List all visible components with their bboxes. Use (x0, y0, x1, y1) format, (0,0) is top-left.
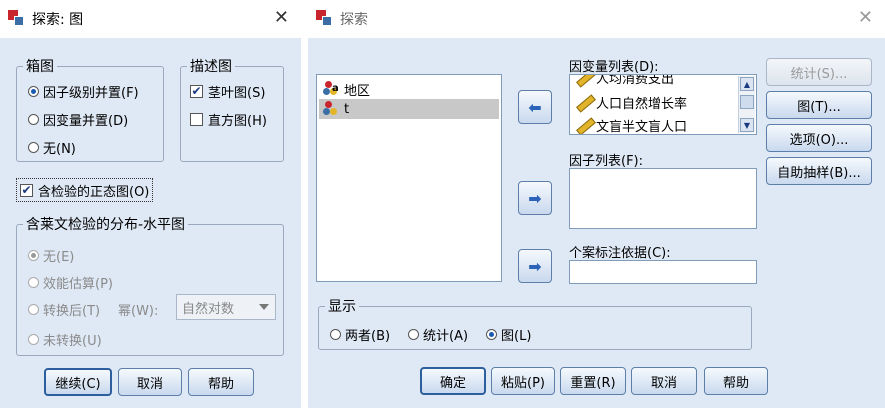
radio-icon (408, 329, 419, 340)
dialog-title: 探索 (340, 12, 368, 28)
scroll-down-icon[interactable]: ▼ (740, 118, 754, 132)
options-button[interactable]: 选项(O)... (766, 124, 872, 152)
display-both-radio[interactable]: 两者(B) (330, 325, 390, 344)
move-dependent-button[interactable]: ⬅ (518, 90, 552, 124)
boxplot-dependents-radio[interactable]: 因变量并置(D) (28, 110, 128, 129)
arrow-left-icon: ⬅ (528, 97, 542, 117)
dependent-list-label: 因变量列表(D): (569, 60, 659, 75)
scroll-up-icon[interactable]: ▲ (740, 77, 754, 91)
radio-icon (28, 250, 39, 261)
scroll-thumb[interactable] (740, 95, 754, 109)
radio-icon (28, 142, 39, 153)
spread-level-legend: 含莱文检验的分布-水平图 (26, 217, 186, 233)
display-legend: 显示 (328, 299, 356, 315)
checkbox-icon: ✔ (190, 84, 203, 98)
spread-none-radio[interactable]: 无(E) (28, 246, 74, 265)
display-statistics-radio[interactable]: 统计(A) (408, 325, 468, 344)
nominal-string-icon: a (323, 81, 341, 97)
radio-icon (28, 86, 39, 97)
radio-icon (486, 329, 497, 340)
stem-leaf-checkbox[interactable]: ✔ 茎叶图(S) (190, 82, 265, 101)
dependent-item[interactable]: 人均消费支出 (572, 75, 736, 87)
power-select[interactable]: 自然对数 (176, 294, 276, 320)
factor-list[interactable] (569, 168, 757, 229)
explore-dialog: 探索 ✕ a 地区 t ⬅ ➡ ➡ 因变量列表(D): 人均消费支出 人口自然增长… (308, 0, 885, 408)
nominal-icon (323, 101, 341, 117)
close-icon[interactable]: ✕ (858, 9, 873, 27)
radio-icon (28, 304, 39, 315)
help-button[interactable]: 帮助 (188, 368, 254, 396)
case-label-field[interactable] (569, 260, 757, 284)
spss-app-icon (316, 10, 334, 28)
boxplot-factor-levels-radio[interactable]: 因子级别并置(F) (28, 82, 139, 101)
untransformed-radio[interactable]: 未转换(U) (28, 330, 102, 349)
power-estimation-radio[interactable]: 效能估算(P) (28, 273, 113, 292)
radio-icon (28, 277, 39, 288)
factor-list-label: 因子列表(F): (569, 154, 644, 169)
explore-plots-dialog: 探索: 图 ✕ 箱图 因子级别并置(F) 因变量并置(D) 无(N) 描述图 ✔… (0, 0, 301, 408)
reset-button[interactable]: 重置(R) (560, 367, 626, 395)
radio-icon (28, 334, 39, 345)
source-variable-list[interactable]: a 地区 t (316, 74, 502, 282)
title-bar: 探索: 图 ✕ (0, 0, 301, 38)
scale-icon (576, 117, 592, 133)
normality-plots-checkbox[interactable]: ✔ 含检验的正态图(O) (16, 178, 154, 202)
move-factor-button[interactable]: ➡ (518, 181, 552, 215)
cancel-button[interactable]: 取消 (631, 367, 697, 395)
checkbox-icon (190, 113, 203, 126)
move-case-label-button[interactable]: ➡ (518, 249, 552, 283)
paste-button[interactable]: 粘贴(P) (491, 367, 555, 395)
dependent-item[interactable]: 文盲半文盲人口 (572, 115, 736, 135)
chevron-down-icon (259, 304, 269, 310)
dependent-scrollbar[interactable]: ▲ ▼ (738, 76, 755, 133)
scale-icon (576, 94, 592, 110)
display-plots-radio[interactable]: 图(L) (486, 325, 531, 344)
power-label: 幂(W): (118, 304, 159, 319)
boxplot-legend: 箱图 (26, 59, 54, 75)
continue-button[interactable]: 继续(C) (44, 368, 112, 396)
dialog-title: 探索: 图 (32, 12, 84, 28)
help-button[interactable]: 帮助 (704, 367, 768, 395)
plots-button[interactable]: 图(T)... (766, 91, 872, 119)
descriptive-legend: 描述图 (190, 59, 232, 75)
statistics-button[interactable]: 统计(S)... (766, 58, 872, 86)
dependent-list[interactable]: 人均消费支出 人口自然增长率 文盲半文盲人口 ▲ ▼ (569, 74, 757, 135)
dialog-separator (301, 0, 308, 408)
spss-app-icon (8, 10, 26, 28)
close-icon[interactable]: ✕ (274, 9, 289, 27)
title-bar: 探索 ✕ (308, 0, 885, 38)
scale-icon (576, 75, 592, 85)
histogram-checkbox[interactable]: 直方图(H) (190, 110, 267, 129)
variable-item-t[interactable]: t (319, 99, 499, 119)
variable-item-region[interactable]: a 地区 (319, 79, 499, 99)
dependent-item[interactable]: 人口自然增长率 (572, 92, 736, 112)
checkbox-icon: ✔ (20, 182, 33, 197)
ok-button[interactable]: 确定 (420, 367, 486, 395)
radio-icon (330, 329, 341, 340)
cancel-button[interactable]: 取消 (118, 368, 182, 396)
radio-icon (28, 114, 39, 125)
descriptive-group: 描述图 (180, 56, 284, 162)
boxplot-none-radio[interactable]: 无(N) (28, 138, 76, 157)
arrow-right-icon: ➡ (528, 188, 542, 208)
case-label-label: 个案标注依据(C): (569, 246, 671, 261)
arrow-right-icon: ➡ (528, 256, 542, 276)
transformed-radio[interactable]: 转换后(T) (28, 300, 100, 319)
bootstrap-button[interactable]: 自助抽样(B)... (766, 157, 872, 185)
